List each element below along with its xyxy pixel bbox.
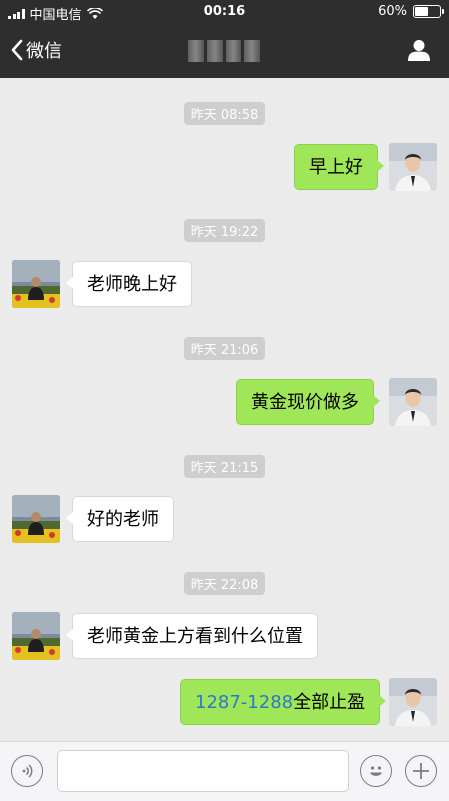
emoji-icon — [370, 766, 382, 776]
timestamp: 昨天 22:08 — [0, 572, 449, 595]
chat-title-blurred — [188, 40, 260, 62]
contact-avatar[interactable] — [12, 612, 60, 660]
profile-icon — [408, 40, 430, 61]
chevron-left-icon — [11, 39, 23, 61]
message-bubble-received[interactable]: 老师黄金上方看到什么位置 — [66, 613, 318, 659]
chat-header: 微信 — [0, 24, 449, 78]
message-text: 全部止盈 — [293, 692, 366, 713]
more-button[interactable] — [405, 755, 437, 787]
status-bar: 中国电信 00:16 60% — [0, 0, 449, 24]
message-link[interactable]: 1287-1288 — [195, 692, 293, 713]
my-avatar[interactable] — [389, 678, 437, 726]
plus-icon — [413, 763, 429, 779]
message-bubble-sent[interactable]: 早上好 — [294, 144, 384, 190]
timestamp: 昨天 19:22 — [0, 219, 449, 242]
battery-percent: 60% — [378, 4, 407, 19]
timestamp: 昨天 21:06 — [0, 337, 449, 360]
back-button[interactable]: 微信 — [10, 37, 62, 63]
my-avatar[interactable] — [389, 378, 437, 426]
voice-button[interactable] — [11, 755, 43, 787]
input-bar — [0, 741, 449, 801]
emoji-button[interactable] — [360, 755, 392, 787]
my-avatar[interactable] — [389, 143, 437, 191]
contact-avatar[interactable] — [12, 495, 60, 543]
voice-icon — [22, 764, 33, 778]
message-bubble-sent[interactable]: 1287-1288全部止盈 — [180, 679, 387, 725]
battery-fill — [415, 7, 428, 16]
battery-icon — [413, 5, 444, 18]
profile-button[interactable] — [407, 38, 431, 66]
message-bubble-received[interactable]: 老师晚上好 — [66, 261, 192, 307]
message-bubble-sent[interactable]: 黄金现价做多 — [236, 379, 380, 425]
back-label: 微信 — [26, 41, 62, 62]
message-input[interactable] — [57, 750, 349, 792]
contact-avatar[interactable] — [12, 260, 60, 308]
timestamp: 昨天 08:58 — [0, 102, 449, 125]
message-bubble-received[interactable]: 好的老师 — [66, 496, 174, 542]
timestamp: 昨天 21:15 — [0, 455, 449, 478]
